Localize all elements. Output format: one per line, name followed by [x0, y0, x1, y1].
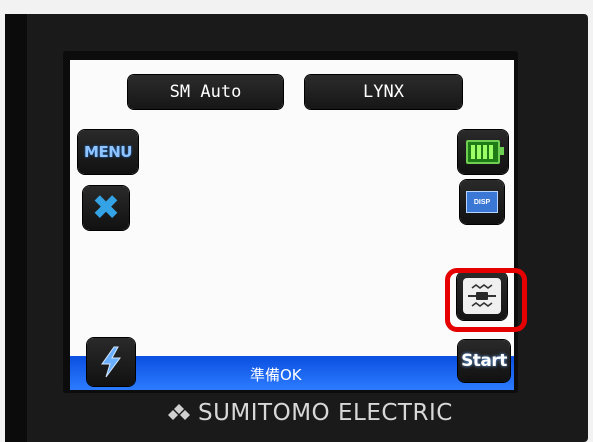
battery-icon: [466, 140, 504, 164]
brand-name: SUMITOMO ELECTRIC: [198, 400, 453, 426]
battery-bar: [477, 145, 481, 159]
display-label: DISP: [466, 191, 498, 213]
battery-bar: [489, 145, 493, 159]
battery-bar: [483, 145, 487, 159]
battery-bar: [471, 145, 475, 159]
status-text: 準備OK: [250, 366, 302, 384]
highlight-box: [445, 268, 527, 332]
cancel-button[interactable]: ✖: [83, 186, 129, 230]
menu-button[interactable]: MENU: [78, 130, 138, 174]
x-icon: ✖: [91, 188, 121, 228]
splicer-screen: SM Auto LYNX MENU ✖ DISP 準備OK Start: [70, 60, 514, 390]
start-button[interactable]: Start: [458, 340, 510, 382]
brand-logo: SUMITOMO ELECTRIC: [168, 400, 453, 426]
display-button[interactable]: DISP: [460, 180, 504, 224]
device-edge: [5, 14, 27, 442]
brand-diamond-icon: [168, 404, 190, 420]
lightning-bolt-icon: [101, 346, 121, 378]
arc-discharge-button[interactable]: [87, 338, 135, 386]
battery-button[interactable]: [458, 130, 508, 174]
status-bar: 準備OK: [70, 356, 514, 390]
splice-mode-display[interactable]: SM Auto: [128, 75, 283, 109]
heater-mode-display[interactable]: LYNX: [305, 75, 462, 109]
